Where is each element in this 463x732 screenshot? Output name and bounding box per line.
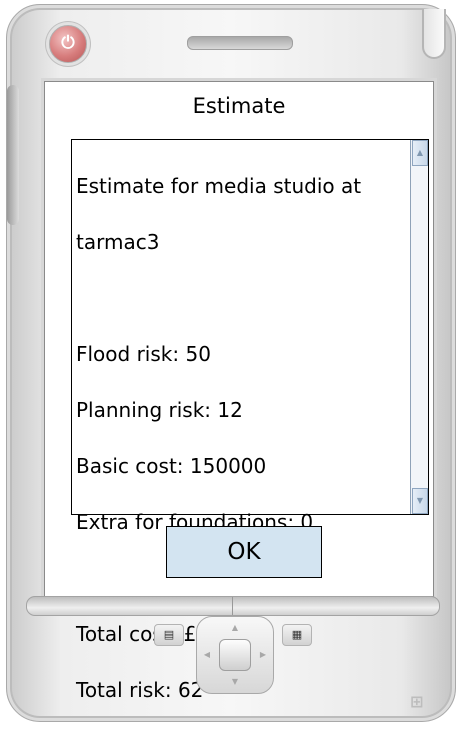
estimate-textbox[interactable]: Estimate for media studio at tarmac3 Flo… <box>71 139 429 702</box>
right-softkey-icon: ▦ <box>291 628 303 641</box>
scroll-down-icon: ▼ <box>416 496 424 505</box>
left-softkey-button[interactable]: ▤ <box>154 624 184 646</box>
speaker-grille <box>187 36 293 50</box>
left-softkey-icon: ▤ <box>163 628 175 641</box>
text-line: Basic cost: 150000 <box>76 454 267 478</box>
side-key[interactable] <box>7 85 19 225</box>
scroll-up-button[interactable]: ▲ <box>412 140 428 166</box>
scroll-up-icon: ▲ <box>416 148 424 157</box>
right-softkey-button[interactable]: ▦ <box>282 624 312 646</box>
windows-logo-icon: ⊞ <box>410 692 424 711</box>
text-line: Planning risk: 12 <box>76 398 243 422</box>
power-button[interactable]: ⏻ <box>49 25 87 63</box>
ok-button[interactable]: OK <box>166 526 322 578</box>
softkey-bar <box>26 596 440 616</box>
text-line: Estimate for media studio at <box>76 174 362 198</box>
screen: Estimate Estimate for media studio at ta… <box>44 81 434 702</box>
dpad-right-arrow-icon: ▶ <box>259 650 267 659</box>
dpad-left-arrow-icon: ◀ <box>203 650 211 659</box>
scroll-down-button[interactable]: ▼ <box>412 488 428 514</box>
dpad-center-button[interactable] <box>219 639 251 671</box>
dialog-title: Estimate <box>192 94 286 118</box>
softkey-divider <box>232 597 233 615</box>
text-line <box>76 284 406 312</box>
directional-pad[interactable]: ▲ ▼ ◀ ▶ <box>196 616 274 694</box>
dpad-down-arrow-icon: ▼ <box>231 677 239 686</box>
text-line: Flood risk: 50 <box>76 342 211 366</box>
vertical-scrollbar[interactable]: ▲ ▼ <box>410 140 428 514</box>
text-line: tarmac3 <box>76 230 160 254</box>
dpad-up-arrow-icon: ▲ <box>231 623 239 632</box>
power-icon: ⏻ <box>61 33 75 53</box>
stylus-slot <box>422 9 446 59</box>
